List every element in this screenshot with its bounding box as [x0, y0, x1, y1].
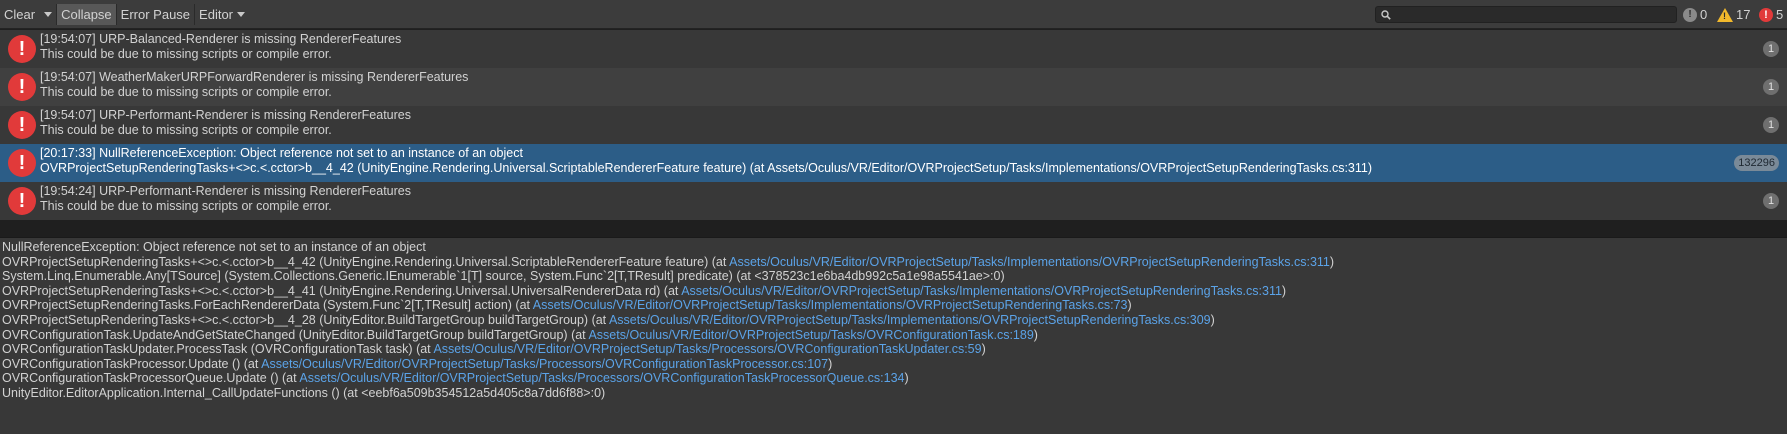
stack-trace-text: OVRProjectSetupRenderingTasks+<>c.<.ccto… — [2, 312, 609, 327]
collapse-count-badge: 132296 — [1734, 155, 1779, 171]
stack-trace-line: NullReferenceException: Object reference… — [2, 240, 1787, 255]
error-icon: ! — [8, 35, 36, 63]
source-file-link[interactable]: Assets/Oculus/VR/Editor/OVRProjectSetup/… — [609, 313, 1211, 327]
chevron-down-icon — [43, 11, 52, 17]
stack-trace-text: OVRProjectSetupRenderingTasks+<>c.<.ccto… — [2, 254, 730, 269]
stack-trace-suffix: ) — [828, 356, 833, 371]
stack-trace-line: UnityEditor.EditorApplication.Internal_C… — [2, 386, 1787, 401]
source-file-link[interactable]: Assets/Oculus/VR/Editor/OVRProjectSetup/… — [433, 342, 981, 356]
error-icon: ! — [8, 187, 36, 215]
stack-trace-line: OVRConfigurationTaskProcessorQueue.Updat… — [2, 371, 1787, 386]
stack-trace-line: OVRConfigurationTaskUpdater.ProcessTask … — [2, 342, 1787, 357]
log-detail: This could be due to missing scripts or … — [40, 199, 332, 213]
collapse-count-badge: 1 — [1763, 117, 1779, 133]
collapse-count-badge: 1 — [1763, 41, 1779, 57]
source-file-link[interactable]: Assets/Oculus/VR/Editor/OVRProjectSetup/… — [299, 371, 904, 385]
log-message: [19:54:07] WeatherMakerURPForwardRendere… — [40, 70, 469, 84]
source-file-link[interactable]: Assets/Oculus/VR/Editor/OVRProjectSetup/… — [729, 255, 1330, 269]
warning-count: 17 — [1736, 7, 1751, 22]
collapse-count-badge: 1 — [1763, 79, 1779, 95]
log-entry-list: ! [19:54:07] URP-Balanced-Renderer is mi… — [0, 30, 1787, 238]
info-icon: ! — [1683, 7, 1697, 22]
info-count: 0 — [1700, 7, 1708, 22]
stack-trace-text: OVRProjectSetupRenderingTasks.ForEachRen… — [2, 298, 533, 313]
error-icon: ! — [8, 73, 36, 101]
error-icon: ! — [8, 111, 36, 139]
log-entry-text: [20:17:33] NullReferenceException: Objec… — [40, 146, 1372, 176]
editor-target-label: Editor — [199, 6, 234, 22]
log-entry-text: [19:54:07] WeatherMakerURPForwardRendere… — [40, 70, 468, 100]
editor-target-dropdown[interactable]: Editor — [195, 4, 249, 25]
search-field[interactable] — [1375, 6, 1677, 23]
error-count-toggle[interactable]: ! 5 — [1759, 5, 1783, 24]
stack-trace-line: OVRConfigurationTaskProcessor.Update () … — [2, 357, 1787, 372]
stack-trace-suffix: ) — [1127, 298, 1132, 313]
clear-options-dropdown[interactable] — [39, 3, 58, 25]
error-icon: ! — [8, 149, 36, 177]
stack-trace-line: OVRProjectSetupRenderingTasks.ForEachRen… — [2, 298, 1787, 313]
log-entry-text: [19:54:07] URP-Performant-Renderer is mi… — [40, 108, 411, 138]
stack-trace-line: OVRProjectSetupRenderingTasks+<>c.<.ccto… — [2, 313, 1787, 328]
stack-trace-line: OVRConfigurationTask.UpdateAndGetStateCh… — [2, 328, 1787, 343]
stack-trace-suffix: ) — [1281, 283, 1287, 298]
stack-trace-text: OVRConfigurationTask.UpdateAndGetStateCh… — [2, 327, 589, 342]
collapse-toggle[interactable]: Collapse — [57, 3, 116, 25]
stack-trace-suffix: ) — [904, 371, 909, 386]
search-input[interactable] — [1394, 7, 1670, 22]
log-message: [20:17:33] NullReferenceException: Objec… — [40, 146, 523, 160]
source-file-link[interactable]: Assets/Oculus/VR/Editor/OVRProjectSetup/… — [261, 357, 828, 371]
stack-trace-text: NullReferenceException: Object reference… — [2, 240, 426, 254]
log-entry-selected[interactable]: ! [20:17:33] NullReferenceException: Obj… — [0, 144, 1787, 182]
stack-trace-suffix: ) — [1210, 312, 1215, 327]
stack-trace-line: OVRProjectSetupRenderingTasks+<>c.<.ccto… — [2, 284, 1787, 299]
stack-trace-text: OVRProjectSetupRenderingTasks+<>c.<.ccto… — [2, 283, 682, 298]
log-detail: OVRProjectSetupRenderingTasks+<>c.<.ccto… — [40, 161, 1373, 175]
stack-trace-text: System.Linq.Enumerable.Any[TSource] (Sys… — [2, 269, 1005, 284]
collapse-count-badge: 1 — [1763, 193, 1779, 209]
stack-trace-suffix: ) — [1033, 327, 1038, 342]
console-toolbar: Clear Collapse Error Pause Editor ! 0 ! … — [0, 0, 1787, 29]
log-message: [19:54:07] URP-Balanced-Renderer is miss… — [40, 32, 402, 46]
stack-trace-panel: NullReferenceException: Object reference… — [0, 238, 1787, 434]
stack-trace-text: OVRConfigurationTaskProcessor.Update () … — [2, 356, 262, 371]
log-detail: This could be due to missing scripts or … — [40, 85, 332, 99]
stack-trace-text: OVRConfigurationTaskProcessorQueue.Updat… — [2, 371, 300, 386]
stack-trace-suffix: ) — [1329, 254, 1335, 269]
error-icon: ! — [1759, 7, 1773, 22]
source-file-link[interactable]: Assets/Oculus/VR/Editor/OVRProjectSetup/… — [681, 284, 1282, 298]
stack-trace-suffix: ) — [981, 342, 986, 357]
stack-trace-text: UnityEditor.EditorApplication.Internal_C… — [2, 385, 606, 400]
log-entry[interactable]: ! [19:54:07] WeatherMakerURPForwardRende… — [0, 68, 1787, 106]
log-entry[interactable]: ! [19:54:07] URP-Balanced-Renderer is mi… — [0, 30, 1787, 68]
warning-count-toggle[interactable]: ! 17 — [1717, 5, 1750, 24]
log-entry-text: [19:54:24] URP-Performant-Renderer is mi… — [40, 184, 411, 214]
stack-trace-line: System.Linq.Enumerable.Any[TSource] (Sys… — [2, 269, 1787, 284]
source-file-link[interactable]: Assets/Oculus/VR/Editor/OVRProjectSetup/… — [588, 328, 1033, 342]
info-count-toggle[interactable]: ! 0 — [1683, 5, 1707, 24]
source-file-link[interactable]: Assets/Oculus/VR/Editor/OVRProjectSetup/… — [533, 298, 1128, 312]
stack-trace-text: OVRConfigurationTaskUpdater.ProcessTask … — [2, 342, 434, 357]
log-entry[interactable]: ! [19:54:24] URP-Performant-Renderer is … — [0, 182, 1787, 220]
log-message: [19:54:24] URP-Performant-Renderer is mi… — [40, 184, 411, 198]
clear-button[interactable]: Clear — [0, 4, 39, 25]
log-entry[interactable]: ! [19:54:07] URP-Performant-Renderer is … — [0, 106, 1787, 144]
log-detail: This could be due to missing scripts or … — [40, 47, 332, 61]
log-entry-text: [19:54:07] URP-Balanced-Renderer is miss… — [40, 32, 401, 62]
log-message: [19:54:07] URP-Performant-Renderer is mi… — [40, 108, 411, 122]
stack-trace-line: OVRProjectSetupRenderingTasks+<>c.<.ccto… — [2, 255, 1787, 270]
warning-icon: ! — [1717, 7, 1733, 22]
chevron-down-icon — [237, 11, 246, 17]
log-detail: This could be due to missing scripts or … — [40, 123, 332, 137]
error-pause-toggle[interactable]: Error Pause — [117, 4, 194, 25]
error-count: 5 — [1776, 7, 1784, 22]
search-icon — [1381, 10, 1391, 20]
